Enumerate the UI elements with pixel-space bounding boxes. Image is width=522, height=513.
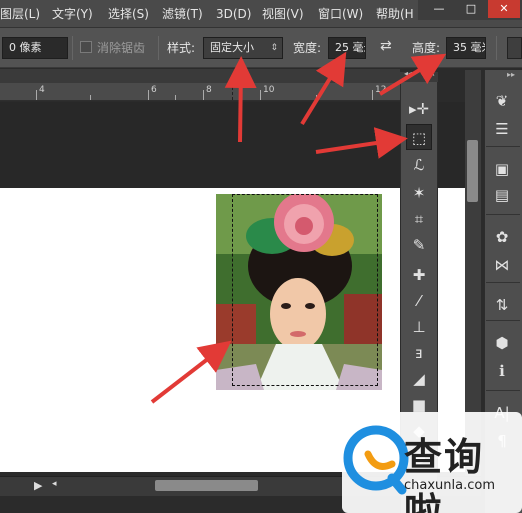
scroll-arrow-icon[interactable]: ◂ [52, 479, 57, 489]
collapse-icon[interactable]: ◂◂ [404, 69, 412, 78]
options-bar: 0 像素 消除锯齿 样式: 固定大小 ⇕ 宽度: 25 毫米 ⇄ 高度: 35 … [0, 28, 522, 68]
eyedropper-tool-icon[interactable]: ✎ [406, 232, 432, 258]
dock-separator [486, 390, 520, 391]
width-label: 宽度: [293, 41, 322, 55]
color-panel-icon[interactable]: ✿ [488, 224, 516, 250]
height-label: 高度: [412, 41, 441, 55]
ruler-label: 4 [39, 85, 45, 95]
brush-tool-icon[interactable]: ⁄ [406, 288, 432, 314]
crop-tool-icon[interactable]: ⌗ [406, 206, 432, 232]
swap-icon[interactable]: ⇄ [380, 38, 392, 54]
layer-comps-icon[interactable]: ⇅ [488, 292, 516, 318]
lasso-tool-icon[interactable]: ℒ [406, 152, 432, 178]
scroll-left-icon[interactable]: ▶ [34, 479, 42, 492]
adjust-panel-icon[interactable]: ⋈ [488, 252, 516, 278]
ruler-label: 10 [263, 85, 275, 95]
menu-layer[interactable]: 图层(L) [0, 0, 40, 28]
dock-separator [486, 282, 520, 283]
horizontal-scroll-thumb[interactable] [155, 480, 258, 491]
minimize-icon[interactable]: — [424, 0, 454, 18]
ruler-label: 8 [206, 85, 212, 95]
healing-brush-tool-icon[interactable]: ✚ [406, 262, 432, 288]
antialias-checkbox[interactable] [80, 41, 92, 53]
vertical-scroll-thumb[interactable] [467, 140, 478, 202]
window-controls: — □ ✕ [418, 0, 522, 20]
watermark-text: 查询啦 [404, 435, 485, 513]
eraser-tool-icon[interactable]: ◢ [406, 366, 432, 392]
height-input[interactable]: 35 毫米 [446, 37, 486, 59]
menu-filter[interactable]: 滤镜(T) [162, 0, 203, 28]
close-panel-icon[interactable]: × [428, 69, 436, 79]
notes-panel-icon[interactable]: ▤ [488, 182, 516, 208]
antialias-label: 消除锯齿 [97, 41, 146, 55]
refine-edge-button[interactable] [507, 37, 522, 59]
dock-separator [486, 214, 520, 215]
brush-presets-icon[interactable]: ☰ [488, 116, 516, 142]
maximize-icon[interactable]: □ [456, 0, 486, 18]
history-panel-icon[interactable]: ▣ [488, 156, 516, 182]
document-tab-bar [0, 69, 400, 83]
info-panel-icon[interactable]: ℹ [488, 358, 516, 384]
3d-panel-icon[interactable]: ⬢ [488, 330, 516, 356]
dock-separator [486, 146, 520, 147]
expand-panels-icon[interactable]: ▸▸ [507, 70, 515, 79]
menu-type[interactable]: 文字(Y) [52, 0, 93, 28]
feather-input[interactable]: 0 像素 [2, 37, 68, 59]
ruler-label: 6 [151, 85, 157, 95]
menu-3d[interactable]: 3D(D) [216, 0, 251, 28]
menu-window[interactable]: 窗口(W) [318, 0, 363, 28]
menu-view[interactable]: 视图(V) [262, 0, 304, 28]
menu-select[interactable]: 选择(S) [108, 0, 149, 28]
clone-stamp-tool-icon[interactable]: ⊥ [406, 314, 432, 340]
style-label: 样式: [167, 41, 196, 55]
history-brush-tool-icon[interactable]: ⱻ [406, 340, 432, 366]
magic-wand-tool-icon[interactable]: ✶ [406, 180, 432, 206]
tools-panel-header[interactable]: ◂◂ × [400, 69, 438, 82]
close-icon[interactable]: ✕ [488, 0, 520, 18]
move-tool-icon[interactable]: ▸✛ [406, 96, 432, 122]
selection-marquee [232, 194, 378, 386]
dock-separator [486, 320, 520, 321]
rectangular-marquee-tool-icon[interactable]: ⬚ [406, 124, 432, 150]
style-select[interactable]: 固定大小 ⇕ [203, 37, 283, 59]
watermark-url: chaxunla.com [404, 478, 495, 493]
brush-panel-icon[interactable]: ❦ [488, 88, 516, 114]
width-input[interactable]: 25 毫米 [328, 37, 366, 59]
dropdown-arrow-icon: ⇕ [270, 43, 278, 53]
ruler-label: 12 [375, 85, 387, 95]
horizontal-ruler: 4 6 8 10 12 [0, 82, 400, 101]
style-select-value: 固定大小 [210, 41, 254, 54]
menu-help[interactable]: 帮助(H [376, 0, 414, 28]
